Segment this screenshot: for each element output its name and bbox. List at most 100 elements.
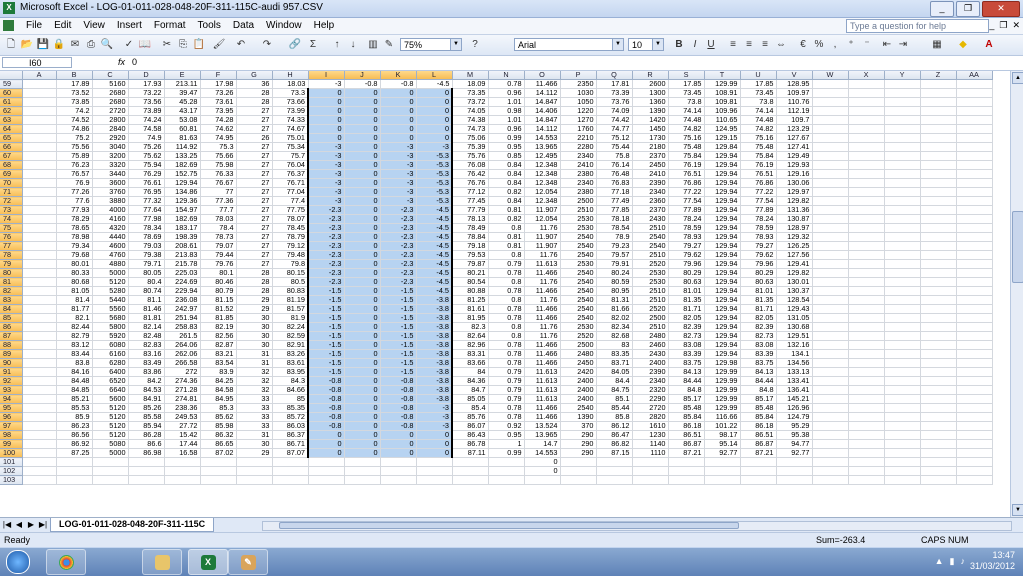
cell[interactable]: 86.23 [56, 421, 93, 431]
cell[interactable]: 85.9 [56, 412, 93, 422]
row-header[interactable]: 85 [0, 313, 23, 323]
cell[interactable]: 73.26 [200, 88, 237, 98]
cell[interactable]: 0 [344, 187, 381, 197]
row-header[interactable]: 78 [0, 250, 23, 260]
cell[interactable]: 0.92 [488, 421, 525, 431]
cell[interactable]: 86.18 [668, 421, 705, 431]
cell[interactable]: 0.78 [488, 268, 525, 278]
cell[interactable]: 0.8 [488, 331, 525, 341]
cell[interactable] [884, 349, 921, 359]
zoom-select[interactable]: 75% ▼ [400, 38, 462, 51]
cell[interactable]: 2370 [632, 205, 669, 215]
cell[interactable]: 2480 [632, 331, 669, 341]
cell[interactable]: 2400 [560, 385, 597, 395]
cell[interactable]: 290 [560, 439, 597, 449]
cell[interactable]: -5.3 [416, 151, 453, 161]
cell[interactable]: 11.466 [524, 403, 561, 413]
cell[interactable] [956, 160, 993, 170]
cell[interactable]: 2380 [560, 169, 597, 179]
cell[interactable]: -4.5 [416, 79, 453, 89]
cell[interactable]: -2.3 [307, 241, 345, 251]
cell[interactable] [920, 385, 957, 395]
cell[interactable] [848, 160, 885, 170]
cell[interactable]: 0 [344, 223, 381, 233]
font-size-select[interactable]: 10 ▼ [628, 38, 664, 51]
cell[interactable] [22, 331, 57, 341]
row-header[interactable]: 103 [0, 475, 23, 485]
cell[interactable]: -2.3 [307, 223, 345, 233]
cell[interactable]: 78.65 [56, 223, 93, 233]
cell[interactable]: 80.59 [596, 277, 633, 287]
research-icon[interactable]: 📖 [138, 38, 152, 51]
cell[interactable]: 76.19 [740, 160, 777, 170]
cell[interactable]: 11.466 [524, 358, 561, 368]
cell[interactable]: 0.81 [488, 232, 525, 242]
cell[interactable]: 86.07 [452, 421, 489, 431]
cell[interactable]: 73.99 [272, 106, 309, 116]
cell[interactable]: 0 [380, 106, 417, 116]
cell[interactable]: 27 [236, 160, 273, 170]
cell[interactable]: 6280 [92, 358, 129, 368]
cell[interactable]: 0 [307, 439, 345, 449]
cell[interactable]: 75.76 [452, 151, 489, 161]
column-header-w[interactable]: W [812, 71, 849, 80]
cell[interactable]: 2430 [632, 349, 669, 359]
cell[interactable] [884, 358, 921, 368]
cell[interactable]: 0 [344, 205, 381, 215]
cell[interactable] [704, 457, 741, 467]
cell[interactable]: 5280 [92, 286, 129, 296]
cell-table[interactable]: A B C D E F G H I J K L M N O P Q R S T U V W X Y Z AA 59 17.89 5160 1… [0, 71, 993, 485]
cell[interactable]: -0.8 [307, 385, 345, 395]
menu-tools[interactable]: Tools [192, 20, 227, 31]
cell[interactable]: 78.73 [200, 232, 237, 242]
cell[interactable] [920, 367, 957, 377]
cell[interactable]: 80.46 [200, 277, 237, 287]
close-button[interactable]: ✕ [982, 1, 1020, 17]
cell[interactable]: 0 [344, 439, 381, 449]
row-header[interactable]: 75 [0, 223, 23, 233]
cell[interactable]: 12.348 [524, 160, 561, 170]
cell[interactable]: 128.97 [776, 223, 813, 233]
row-header[interactable]: 92 [0, 376, 23, 386]
cell[interactable] [884, 457, 921, 467]
cell[interactable]: 2390 [632, 178, 669, 188]
cell[interactable]: 74.82 [740, 124, 777, 134]
cell[interactable]: 0 [416, 97, 453, 107]
cell[interactable]: 272 [164, 367, 201, 377]
cell[interactable]: 75.66 [200, 151, 237, 161]
cell[interactable]: 182.69 [164, 214, 201, 224]
cell[interactable]: 30 [236, 439, 273, 449]
chart-wizard-icon[interactable]: ▥ [366, 38, 380, 51]
cell[interactable]: 2400 [560, 376, 597, 386]
cell[interactable]: 86.51 [668, 430, 705, 440]
cell[interactable]: 95.38 [776, 430, 813, 440]
cell[interactable]: 124.95 [704, 124, 741, 134]
cell[interactable]: 81.71 [668, 304, 705, 314]
cell[interactable]: 79.8 [272, 259, 309, 269]
cell[interactable]: 126.25 [776, 241, 813, 251]
cell[interactable] [22, 448, 57, 458]
cell[interactable] [956, 232, 993, 242]
cell[interactable]: -2.3 [307, 277, 345, 287]
cell[interactable] [308, 457, 345, 467]
cell[interactable]: 0.96 [488, 88, 525, 98]
cell[interactable] [22, 115, 57, 125]
cell[interactable]: 79.48 [272, 250, 309, 260]
cell[interactable]: 81.95 [452, 313, 489, 323]
cell[interactable] [416, 457, 453, 467]
cell[interactable]: 77.49 [596, 196, 633, 206]
cell[interactable]: 5800 [92, 322, 129, 332]
cell[interactable]: 0 [307, 430, 345, 440]
cell[interactable]: -3 [307, 178, 345, 188]
cell[interactable]: 129.94 [704, 169, 741, 179]
cell[interactable]: 78.69 [128, 232, 165, 242]
cell[interactable] [164, 457, 201, 467]
column-header-b[interactable]: B [56, 71, 93, 80]
cell[interactable]: 33 [236, 412, 273, 422]
cell[interactable]: -3 [380, 178, 417, 188]
cell[interactable]: 0 [344, 349, 381, 359]
cell[interactable]: 0.8 [488, 295, 525, 305]
cell[interactable]: 11.907 [524, 241, 561, 251]
cell[interactable]: 2540 [560, 295, 597, 305]
cell[interactable] [884, 250, 921, 260]
